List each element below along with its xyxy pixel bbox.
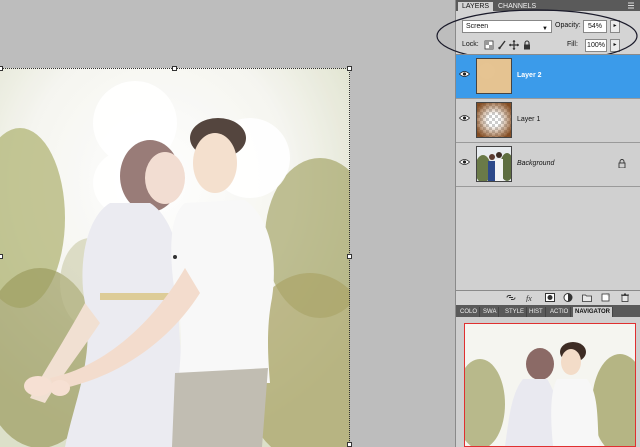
group-folder-icon[interactable] (582, 293, 592, 302)
navigator-panel: COLO SWA STYLE HIST ACTIO NAVIGATOR (456, 305, 640, 447)
adjustment-icon[interactable] (563, 293, 573, 302)
eye-icon[interactable] (459, 114, 470, 122)
document-canvas[interactable] (0, 0, 455, 447)
lock-label: Lock: (462, 41, 479, 48)
opacity-label: Opacity: (555, 22, 581, 29)
layer-name[interactable]: Layer 2 (517, 72, 542, 79)
layer-name[interactable]: Layer 1 (517, 116, 540, 123)
blend-mode-value: Screen (466, 23, 489, 30)
eye-icon[interactable] (459, 70, 470, 78)
transform-handle-top-center[interactable] (172, 66, 177, 71)
eye-icon[interactable] (459, 158, 470, 166)
trash-icon[interactable] (620, 293, 630, 302)
navigator-panel-tabbar: COLO SWA STYLE HIST ACTIO NAVIGATOR (456, 305, 640, 317)
lock-transparent-pixels-icon[interactable] (484, 40, 494, 50)
tab-actions[interactable]: ACTIO (548, 307, 572, 317)
layer-thumbnail (476, 146, 512, 182)
svg-text:fx: fx (526, 294, 532, 302)
lock-icon (618, 159, 626, 168)
layers-list[interactable]: Layer 2 Layer 1 Background (456, 54, 640, 291)
transform-center-point[interactable] (173, 255, 177, 259)
blend-mode-dropdown[interactable]: Screen ▼ (462, 20, 552, 33)
fx-icon[interactable]: fx (526, 293, 536, 302)
layer-row-layer-2[interactable]: Layer 2 (456, 55, 640, 99)
navigator-thumbnail-image (465, 324, 635, 446)
lock-all-icon[interactable] (522, 40, 532, 50)
tab-color[interactable]: COLO (458, 307, 481, 317)
layer-thumbnail (476, 102, 512, 138)
layer-row-layer-1[interactable]: Layer 1 (456, 99, 640, 143)
transform-handle-left-middle[interactable] (0, 254, 3, 259)
tab-layers[interactable]: LAYERS (458, 2, 494, 11)
layers-panel-tabbar: LAYERS CHANNELS (456, 0, 640, 11)
tab-styles[interactable]: STYLE (503, 307, 528, 317)
transform-handle-top-right[interactable] (347, 66, 352, 71)
tab-navigator[interactable]: NAVIGATOR (573, 307, 614, 317)
tab-history[interactable]: HIST (527, 307, 546, 317)
lock-image-pixels-icon[interactable] (497, 40, 507, 50)
navigator-preview[interactable] (464, 323, 636, 447)
layer-row-background[interactable]: Background (456, 143, 640, 187)
layers-panel-footer: fx (456, 290, 640, 304)
transform-handle-right-middle[interactable] (347, 254, 352, 259)
tab-swatches[interactable]: SWA (481, 307, 500, 317)
lock-position-icon[interactable] (509, 40, 519, 50)
fill-label: Fill: (567, 41, 578, 48)
panel-dock: LAYERS CHANNELS Screen ▼ Opacity: 54% ▸ … (436, 0, 640, 447)
tab-channels[interactable]: CHANNELS (494, 2, 540, 11)
layers-panel: LAYERS CHANNELS Screen ▼ Opacity: 54% ▸ … (436, 0, 640, 304)
transform-handle-top-left[interactable] (0, 66, 3, 71)
opacity-slider-button[interactable]: ▸ (610, 20, 620, 33)
layer-name[interactable]: Background (517, 160, 554, 167)
panel-menu-icon[interactable] (628, 2, 636, 9)
fill-slider-button[interactable]: ▸ (610, 39, 620, 52)
chevron-down-icon: ▼ (542, 26, 548, 32)
new-layer-icon[interactable] (601, 293, 611, 302)
transform-handle-bottom-right[interactable] (347, 442, 352, 447)
opacity-input[interactable]: 54% (583, 20, 607, 33)
fill-input[interactable]: 100% (585, 39, 607, 52)
link-icon[interactable] (506, 293, 516, 302)
layer-thumbnail (476, 58, 512, 94)
mask-icon[interactable] (545, 293, 555, 302)
